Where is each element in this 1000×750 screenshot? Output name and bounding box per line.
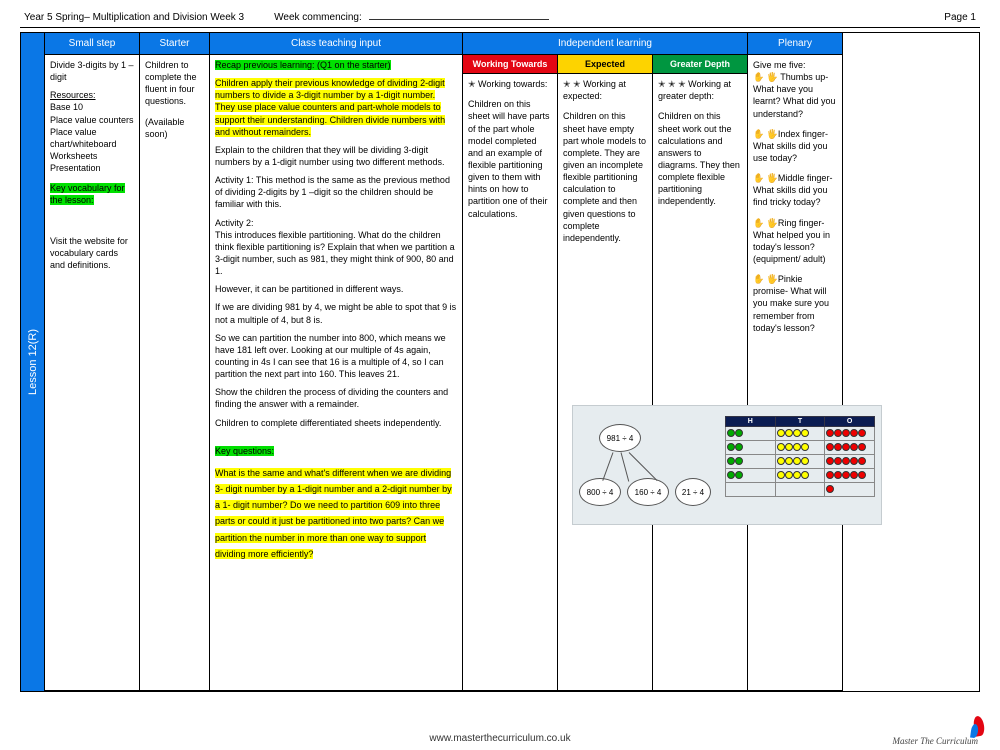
list-item: Base 10 xyxy=(50,101,134,113)
ex-head: Expected xyxy=(558,55,652,74)
teaching-cell: Recap previous learning: (Q1 on the star… xyxy=(210,55,463,691)
col-plenary: Plenary xyxy=(748,33,843,55)
step-title: Divide 3-digits by 1 – digit xyxy=(50,59,134,83)
page-number: Page 1 xyxy=(944,12,976,23)
lesson-label: Lesson 12(R) xyxy=(27,329,39,395)
key-questions-heading: Key questions: xyxy=(215,446,274,456)
col-teaching: Class teaching input xyxy=(210,33,463,55)
flame-icon xyxy=(968,714,986,744)
il-gd-cell: Greater Depth ✭ ✭ ✭ Working at greater d… xyxy=(653,55,748,691)
footer-url: www.masterthecurriculum.co.uk xyxy=(0,733,1000,744)
teaching-p6: If we are dividing 981 by 4, we might be… xyxy=(215,301,457,325)
starter-cell: Children to complete the fluent in four … xyxy=(140,55,210,691)
ex-text: Children on this sheet have empty part w… xyxy=(563,110,647,244)
starter-avail: (Available soon) xyxy=(145,116,204,140)
il-ex-cell: Expected ✭ ✭ Working at expected: Childr… xyxy=(558,55,653,691)
starter-text: Children to complete the fluent in four … xyxy=(145,59,204,108)
teaching-p2: Explain to the children that they will b… xyxy=(215,144,457,168)
teaching-p4: Activity 2: This introduces flexible par… xyxy=(215,217,457,278)
vocab-heading: Key vocabulary for the lesson: xyxy=(50,183,125,205)
ex-stars: ✭ ✭ Working at expected: xyxy=(563,78,647,102)
teaching-p3: Activity 1: This method is the same as t… xyxy=(215,174,457,210)
col-independent: Independent learning xyxy=(463,33,748,55)
pv-t: T xyxy=(775,417,825,427)
week-commencing: Week commencing: xyxy=(274,12,548,23)
part-whole-diagram: 981 ÷ 4 800 ÷ 4 160 ÷ 4 21 ÷ 4 H T O xyxy=(572,405,882,525)
plenary-cell: Give me five: ✋ 🖐 Thumbs up- What have y… xyxy=(748,55,843,691)
wt-head: Working Towards xyxy=(463,55,557,74)
plenary-heading: Give me five: xyxy=(753,59,837,71)
header: Year 5 Spring– Multiplication and Divisi… xyxy=(20,10,980,28)
col-starter: Starter xyxy=(140,33,210,55)
lesson-rail: Lesson 12(R) xyxy=(21,33,45,691)
vocab-note: Visit the website for vocabulary cards a… xyxy=(50,235,134,271)
list-item: Place value chart/whiteboard xyxy=(50,126,134,150)
wt-text: Children on this sheet will have parts o… xyxy=(468,98,552,219)
list-item: Worksheets xyxy=(50,150,134,162)
teaching-p8: Show the children the process of dividin… xyxy=(215,386,457,410)
pv-o: O xyxy=(825,417,875,427)
teaching-p9: Children to complete differentiated shee… xyxy=(215,417,457,429)
page: Year 5 Spring– Multiplication and Divisi… xyxy=(0,0,1000,692)
list-item: ✋ 🖐Index finger- What skills did you use… xyxy=(753,128,837,164)
place-value-table: H T O xyxy=(725,416,875,497)
list-item: ✋ 🖐Pinkie promise- What will you make su… xyxy=(753,273,837,334)
resources-heading: Resources: xyxy=(50,89,134,101)
gd-head: Greater Depth xyxy=(653,55,747,74)
list-item: ✋ 🖐Middle finger- What skills did you fi… xyxy=(753,172,837,208)
list-item: Presentation xyxy=(50,162,134,174)
teaching-p1: Children apply their previous knowledge … xyxy=(215,78,445,137)
list-item: ✋ 🖐Ring finger- What helped you in today… xyxy=(753,217,837,266)
col-small-step: Small step xyxy=(45,33,140,55)
brand-text: Master The Curriculum xyxy=(893,736,979,746)
teaching-p5: However, it can be partitioned in differ… xyxy=(215,283,457,295)
bubble-part: 160 ÷ 4 xyxy=(627,478,669,506)
gd-stars: ✭ ✭ ✭ Working at greater depth: xyxy=(658,78,742,102)
bubble-part: 800 ÷ 4 xyxy=(579,478,621,506)
key-questions: What is the same and what's different wh… xyxy=(215,468,452,559)
list-item: ✋ 🖐 Thumbs up- What have you learnt? Wha… xyxy=(753,71,837,120)
wt-stars: ✭ Working towards: xyxy=(468,78,552,90)
resource-list: Base 10 Place value counters Place value… xyxy=(50,101,134,174)
il-wt-cell: Working Towards ✭ Working towards: Child… xyxy=(463,55,558,691)
bubble-main: 981 ÷ 4 xyxy=(599,424,641,452)
bubble-part: 21 ÷ 4 xyxy=(675,478,711,506)
doc-title: Year 5 Spring– Multiplication and Divisi… xyxy=(24,12,244,23)
small-step-cell: Divide 3-digits by 1 – digit Resources: … xyxy=(45,55,140,691)
week-blank-line xyxy=(369,19,549,20)
teaching-p7: So we can partition the number into 800,… xyxy=(215,332,457,381)
gd-text: Children on this sheet work out the calc… xyxy=(658,110,742,207)
recap-heading: Recap previous learning: (Q1 on the star… xyxy=(215,60,391,70)
pv-h: H xyxy=(726,417,776,427)
list-item: Place value counters xyxy=(50,114,134,126)
plan-grid: Lesson 12(R) Small step Starter Class te… xyxy=(20,32,980,692)
